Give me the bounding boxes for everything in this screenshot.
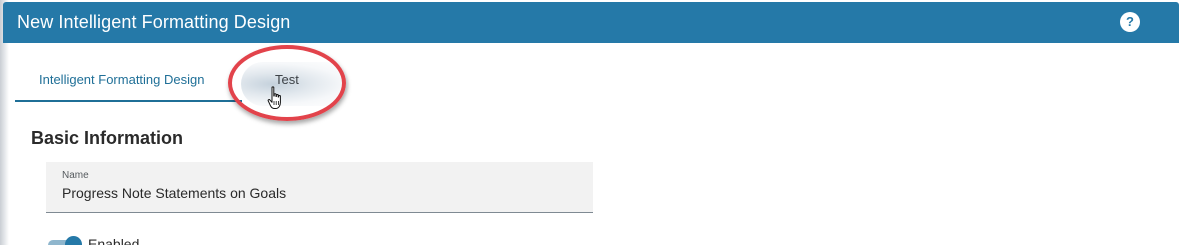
dialog-titlebar: New Intelligent Formatting Design ? bbox=[3, 2, 1179, 43]
active-tab-indicator bbox=[15, 100, 242, 102]
dialog-window: New Intelligent Formatting Design ? Inte… bbox=[0, 0, 1182, 245]
tab-intelligent-formatting-design[interactable]: Intelligent Formatting Design bbox=[15, 58, 242, 102]
tab-label: Intelligent Formatting Design bbox=[39, 72, 205, 87]
enabled-toggle[interactable] bbox=[48, 236, 82, 245]
enabled-toggle-label: Enabled bbox=[88, 236, 140, 245]
dialog-title: New Intelligent Formatting Design bbox=[17, 12, 291, 32]
hand-pointer-icon bbox=[267, 86, 281, 109]
toggle-thumb bbox=[65, 236, 82, 245]
help-icon[interactable]: ? bbox=[1120, 12, 1140, 32]
name-field-value[interactable]: Progress Note Statements on Goals bbox=[62, 185, 286, 201]
section-heading-basic-information: Basic Information bbox=[31, 128, 184, 148]
tab-bar: Intelligent Formatting Design Test bbox=[15, 58, 1175, 106]
name-field-label: Name bbox=[62, 170, 89, 181]
name-field[interactable]: Name Progress Note Statements on Goals bbox=[46, 162, 593, 213]
annotation-highlight-ellipse bbox=[228, 45, 346, 121]
